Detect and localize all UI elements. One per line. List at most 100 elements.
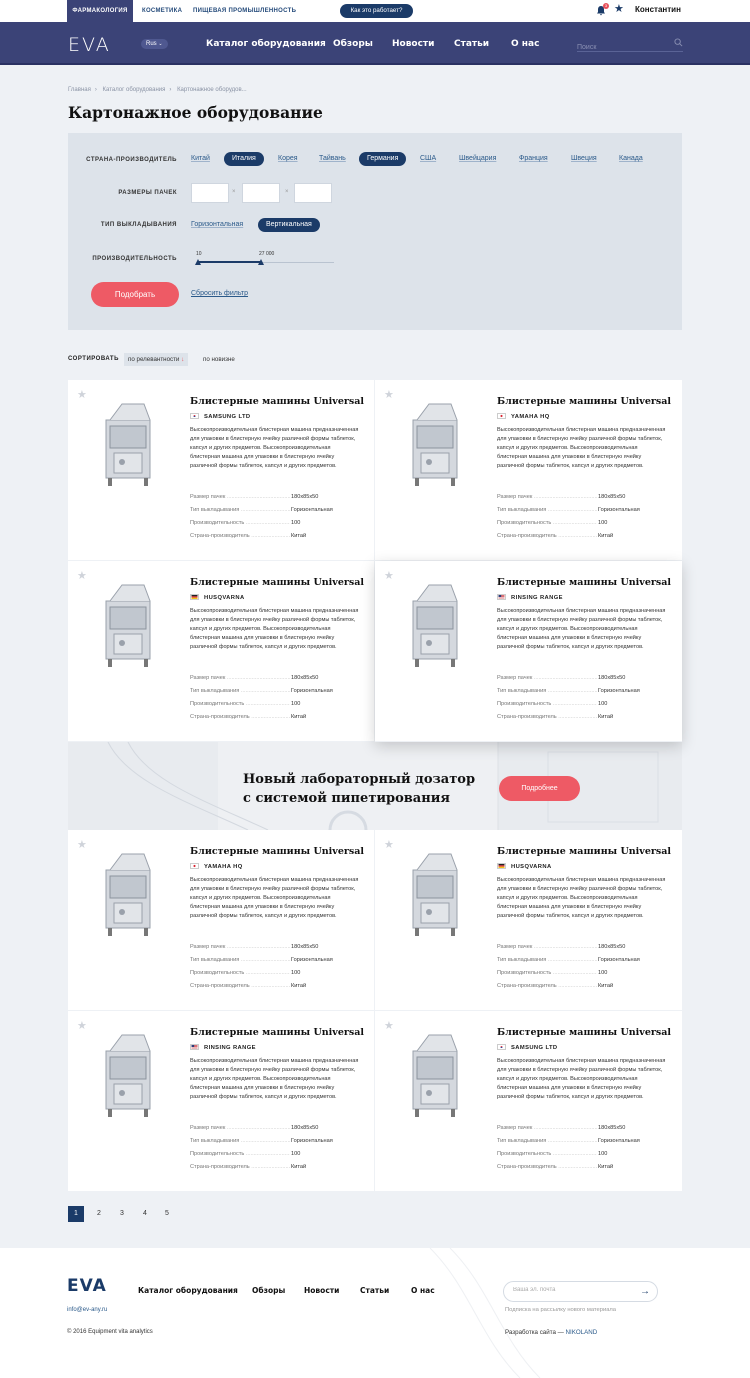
product-title[interactable]: Блистерные машины Universal bbox=[497, 846, 671, 857]
flag-usa-icon bbox=[190, 1044, 199, 1050]
user-name[interactable]: Константин bbox=[635, 5, 681, 14]
breadcrumb-catalog[interactable]: Каталог оборудования bbox=[103, 87, 166, 93]
product-title[interactable]: Блистерные машины Universal bbox=[190, 577, 364, 588]
arrow-right-icon[interactable]: → bbox=[640, 1286, 650, 1297]
product-card[interactable]: ★ Блистерные машины Universal RINSING RANG… bbox=[68, 1011, 375, 1192]
country-canada[interactable]: Канада bbox=[619, 155, 643, 162]
developer-link[interactable]: NIKOLAND bbox=[566, 1329, 598, 1336]
country-italy[interactable]: Италия bbox=[224, 152, 264, 166]
developer-prefix: Разработка сайта — bbox=[505, 1329, 566, 1336]
footer-nav-news[interactable]: Новости bbox=[304, 1286, 339, 1295]
favorite-star-icon[interactable]: ★ bbox=[384, 569, 394, 582]
product-card[interactable]: ★ Блистерные машины Universal YAMAHA HQ Выс… bbox=[68, 830, 375, 1011]
country-usa[interactable]: США bbox=[420, 155, 436, 162]
product-title[interactable]: Блистерные машины Universal bbox=[497, 577, 671, 588]
page-3[interactable]: 3 bbox=[114, 1206, 130, 1222]
page-1[interactable]: 1 bbox=[68, 1206, 84, 1222]
footer-nav-catalog[interactable]: Каталог оборудования bbox=[138, 1286, 238, 1295]
favorite-star-icon[interactable]: ★ bbox=[77, 569, 87, 582]
favorite-star-icon[interactable]: ★ bbox=[77, 388, 87, 401]
product-title[interactable]: Блистерные машины Universal bbox=[190, 396, 364, 407]
tab-cosmetics[interactable]: КОСМЕТИКА bbox=[142, 0, 182, 22]
favorite-star-icon[interactable]: ★ bbox=[384, 838, 394, 851]
country-france[interactable]: Франция bbox=[519, 155, 548, 162]
country-switzerland[interactable]: Швейцария bbox=[459, 155, 496, 162]
country-korea[interactable]: Корея bbox=[278, 155, 298, 162]
subscribe-email-input[interactable] bbox=[513, 1287, 633, 1293]
footer-nav-reviews[interactable]: Обзоры bbox=[252, 1286, 285, 1295]
nav-item-news[interactable]: Новости bbox=[392, 39, 434, 49]
product-brand: SAMSUNG LTD bbox=[497, 1044, 557, 1051]
footer-logo[interactable]: EVA bbox=[67, 1276, 107, 1296]
product-title[interactable]: Блистерные машины Universal bbox=[497, 1027, 671, 1038]
spec-label: Размер пачек bbox=[497, 944, 597, 950]
spec-row: Размер пачек180х85х50 bbox=[190, 494, 365, 502]
product-card[interactable]: ★ Блистерные машины Universal HUSQVARNA Выс… bbox=[68, 561, 375, 742]
page-4[interactable]: 4 bbox=[137, 1206, 153, 1222]
spec-label: Размер пачек bbox=[190, 944, 290, 950]
favorite-star-icon[interactable]: ★ bbox=[384, 388, 394, 401]
reset-filter-link[interactable]: Сбросить фильтр bbox=[191, 290, 248, 297]
product-title[interactable]: Блистерные машины Universal bbox=[190, 1027, 364, 1038]
logo[interactable]: EVA bbox=[68, 34, 111, 56]
size-height-input[interactable] bbox=[294, 183, 332, 203]
country-germany[interactable]: Германия bbox=[359, 152, 407, 166]
spec-value: Китай bbox=[598, 1164, 614, 1170]
favorite-star-icon[interactable]: ★ bbox=[384, 1019, 394, 1032]
search-input[interactable] bbox=[577, 44, 667, 51]
footer-email-link[interactable]: info@ev-any.ru bbox=[67, 1307, 107, 1313]
nav-item-catalog[interactable]: Каталог оборудования bbox=[206, 39, 326, 49]
product-card[interactable]: ★ Блистерные машины Universal SAMSUNG LTD В… bbox=[375, 1011, 682, 1192]
page-2[interactable]: 2 bbox=[91, 1206, 107, 1222]
spec-value: 180х85х50 bbox=[291, 675, 319, 681]
product-brand: SAMSUNG LTD bbox=[190, 413, 250, 420]
product-card[interactable]: ★ Блистерные машины Universal YAMAHA HQ Выс… bbox=[375, 380, 682, 561]
footer-nav-articles[interactable]: Статьи bbox=[360, 1286, 389, 1295]
size-width-input[interactable] bbox=[242, 183, 280, 203]
layout-horizontal[interactable]: Горизонтальная bbox=[191, 221, 243, 228]
product-card[interactable]: ★ Блистерные машины Universal RINSING RANG… bbox=[375, 561, 682, 742]
spec-row: Производительность100 bbox=[497, 701, 672, 709]
spec-row: Размер пачек180х85х50 bbox=[497, 494, 672, 502]
tab-food-industry[interactable]: ПИЩЕВАЯ ПРОМЫШЛЕННОСТЬ bbox=[193, 0, 296, 22]
range-max-label: 27 000 bbox=[259, 251, 275, 257]
banner-more-button[interactable]: Подробнее bbox=[499, 776, 580, 801]
nav-item-about[interactable]: О нас bbox=[511, 39, 539, 49]
how-it-works-button[interactable]: Как это работает? bbox=[340, 4, 413, 18]
layout-vertical[interactable]: Вертикальная bbox=[258, 218, 320, 232]
tab-pharmacology[interactable]: ФАРМАКОЛОГИЯ bbox=[67, 0, 133, 22]
footer-nav-about[interactable]: О нас bbox=[411, 1286, 435, 1295]
favorites-star-icon[interactable]: ★ bbox=[614, 4, 625, 15]
apply-filter-button[interactable]: Подобрать bbox=[91, 282, 179, 307]
product-card[interactable]: ★ Блистерные машины Universal SAMSUNG LTD В… bbox=[68, 380, 375, 561]
breadcrumb-home[interactable]: Главная bbox=[68, 87, 91, 93]
promo-banner[interactable]: Новый лабораторный дозатор с системой пип… bbox=[68, 742, 682, 830]
product-title[interactable]: Блистерные машины Universal bbox=[190, 846, 364, 857]
product-description: Высокопроизводительная блистерная машина… bbox=[497, 608, 666, 650]
spec-label: Производительность bbox=[497, 970, 597, 976]
sort-newest[interactable]: по новизне bbox=[203, 356, 235, 363]
page-5[interactable]: 5 bbox=[159, 1206, 175, 1222]
spec-value: Китай bbox=[598, 983, 614, 989]
spec-value: Китай bbox=[598, 714, 614, 720]
language-select[interactable]: Rus ⌄ bbox=[141, 39, 168, 49]
slider-min-handle[interactable] bbox=[195, 259, 201, 265]
spec-row: Тип выкладыванияГоризонтальная bbox=[190, 1138, 365, 1146]
country-china[interactable]: Китай bbox=[191, 155, 210, 162]
size-length-input[interactable] bbox=[191, 183, 229, 203]
product-card[interactable]: ★ Блистерные машины Universal HUSQVARNA Выс… bbox=[375, 830, 682, 1011]
product-brand: HUSQVARNA bbox=[497, 863, 552, 870]
search-icon[interactable] bbox=[674, 38, 683, 47]
slider-max-handle[interactable] bbox=[258, 259, 264, 265]
product-title[interactable]: Блистерные машины Universal bbox=[497, 396, 671, 407]
country-sweden[interactable]: Швеция bbox=[571, 155, 597, 162]
favorite-star-icon[interactable]: ★ bbox=[77, 838, 87, 851]
favorite-star-icon[interactable]: ★ bbox=[77, 1019, 87, 1032]
nav-item-reviews[interactable]: Обзоры bbox=[333, 39, 373, 49]
nav-item-articles[interactable]: Статьи bbox=[454, 39, 489, 49]
country-taiwan[interactable]: Тайвань bbox=[319, 155, 346, 162]
sort-relevance[interactable]: по релевантности ↓ bbox=[124, 353, 189, 366]
machine-image bbox=[105, 853, 151, 936]
spec-row: Страна-производительКитай bbox=[497, 533, 672, 541]
spec-value: 180х85х50 bbox=[598, 675, 626, 681]
